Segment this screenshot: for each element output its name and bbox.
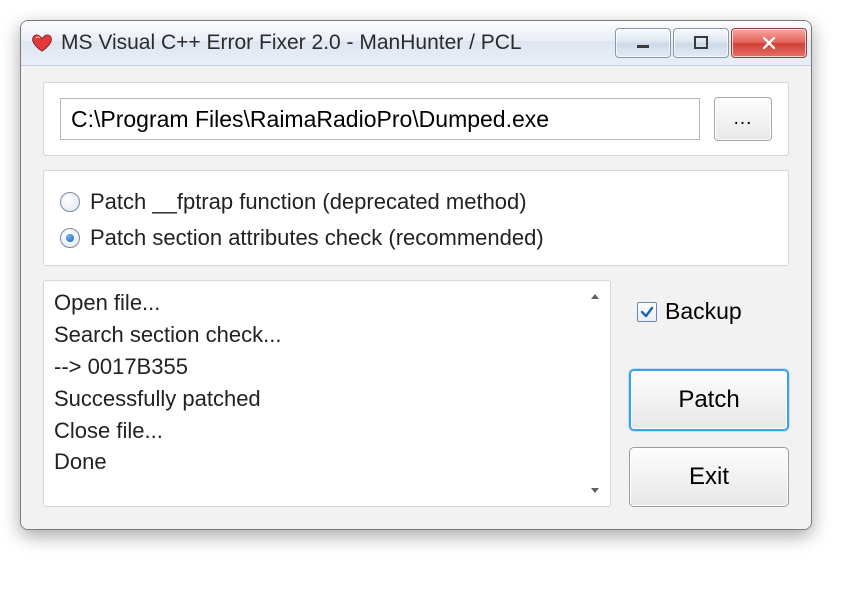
heart-icon — [31, 32, 53, 54]
backup-label: Backup — [665, 298, 742, 325]
minimize-button[interactable] — [615, 28, 671, 58]
maximize-button[interactable] — [673, 28, 729, 58]
client-area: ... Patch __fptrap function (deprecated … — [21, 66, 811, 529]
log-output: Open file... Search section check... -->… — [54, 287, 584, 500]
radio-fptrap[interactable]: Patch __fptrap function (deprecated meth… — [60, 189, 772, 215]
radio-label: Patch __fptrap function (deprecated meth… — [90, 189, 527, 215]
radio-label: Patch section attributes check (recommen… — [90, 225, 544, 251]
file-group: ... — [43, 82, 789, 156]
checkbox-icon — [637, 302, 657, 322]
log-scrollbar[interactable] — [584, 287, 606, 500]
close-button[interactable] — [731, 28, 807, 58]
window-controls — [615, 28, 807, 58]
patch-button[interactable]: Patch — [629, 369, 789, 431]
window-title: MS Visual C++ Error Fixer 2.0 - ManHunte… — [61, 31, 615, 55]
radio-section-check[interactable]: Patch section attributes check (recommen… — [60, 225, 772, 251]
app-window: MS Visual C++ Error Fixer 2.0 - ManHunte… — [20, 20, 812, 530]
scroll-up-icon[interactable] — [585, 287, 605, 307]
browse-button[interactable]: ... — [714, 97, 772, 141]
exit-button[interactable]: Exit — [629, 447, 789, 507]
radio-icon — [60, 192, 80, 212]
titlebar: MS Visual C++ Error Fixer 2.0 - ManHunte… — [21, 21, 811, 66]
log-panel: Open file... Search section check... -->… — [43, 280, 611, 507]
backup-checkbox[interactable]: Backup — [637, 298, 789, 325]
method-group: Patch __fptrap function (deprecated meth… — [43, 170, 789, 266]
scroll-down-icon[interactable] — [585, 480, 605, 500]
file-path-input[interactable] — [60, 98, 700, 140]
bottom-row: Open file... Search section check... -->… — [43, 280, 789, 507]
radio-icon — [60, 228, 80, 248]
side-column: Backup Patch Exit — [629, 280, 789, 507]
